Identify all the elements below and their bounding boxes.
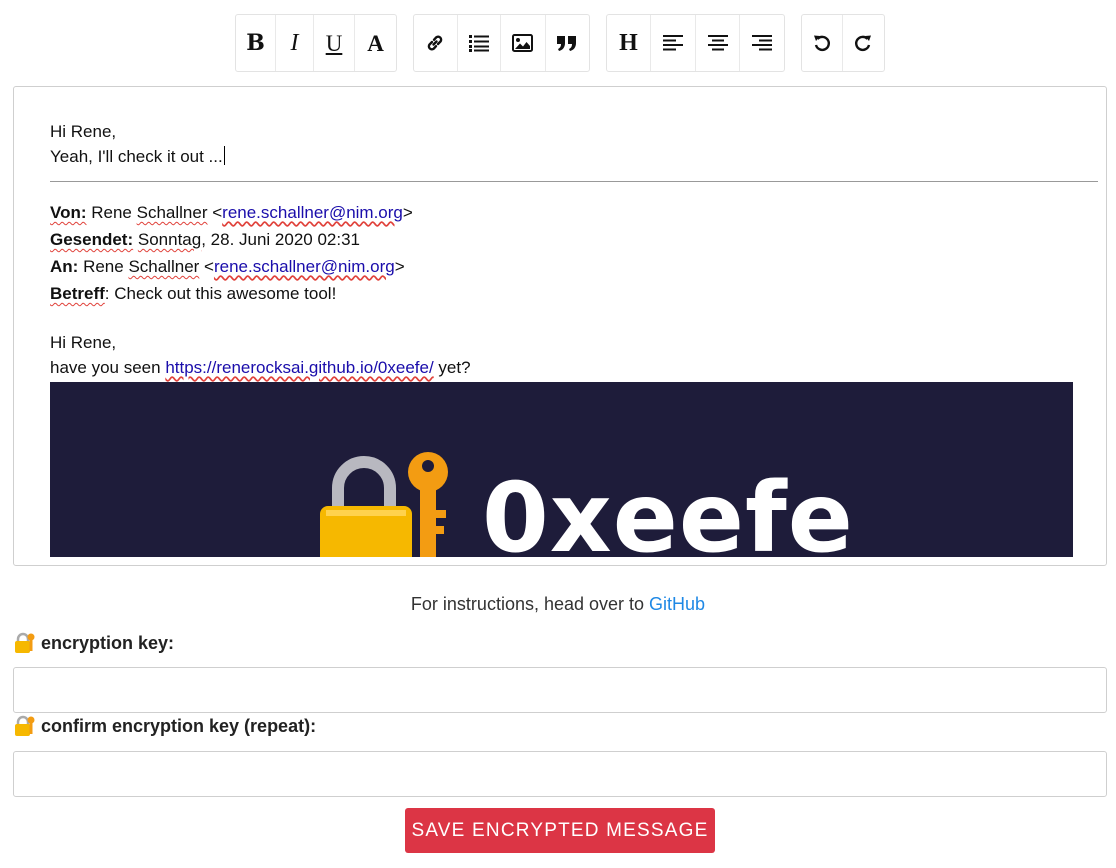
lock-icon — [15, 632, 35, 653]
subject-text: : Check out this awesome tool! — [104, 284, 337, 303]
editor-toolbar: B I U A H — [0, 14, 1116, 72]
reply-text: Hi Rene, Yeah, I'll check it out ... — [50, 119, 1098, 169]
to-label: An: — [50, 257, 79, 276]
toolbar-group-text: B I U A — [235, 14, 397, 72]
quote-button[interactable] — [546, 15, 590, 71]
list-button[interactable] — [458, 15, 501, 71]
link-icon — [427, 35, 443, 51]
align-center-icon — [707, 35, 728, 51]
align-left-button[interactable] — [651, 15, 696, 71]
link-button[interactable] — [414, 15, 458, 71]
quoted-message: Hi Rene, have you seen https://renerocks… — [50, 330, 1090, 380]
sent-date: , 28. Juni 2020 02:31 — [201, 230, 361, 249]
italic-button[interactable]: I — [276, 15, 314, 71]
quoted-link[interactable]: https://renerocksai.github.io/0xeefe/ — [165, 358, 433, 377]
image-icon — [512, 34, 534, 52]
undo-icon — [813, 35, 830, 52]
encryption-key-label: encryption key: — [13, 632, 174, 654]
banner-image: 0xeefe — [50, 382, 1073, 557]
github-link[interactable]: GitHub — [649, 594, 705, 614]
align-right-button[interactable] — [740, 15, 784, 71]
bold-button[interactable]: B — [236, 15, 276, 71]
to-line: An: Rene Schallner <rene.schallner@nim.o… — [50, 257, 405, 276]
encryption-key-input[interactable] — [13, 667, 1107, 713]
align-center-button[interactable] — [696, 15, 740, 71]
redo-icon — [855, 35, 872, 52]
confirm-key-input[interactable] — [13, 751, 1107, 797]
image-button[interactable] — [501, 15, 546, 71]
italic-icon: I — [290, 30, 299, 56]
toolbar-group-history — [801, 14, 885, 72]
text-caret — [223, 146, 225, 165]
sent-day: Sonntag — [137, 230, 202, 249]
to-name: Rene Schallner — [83, 257, 200, 276]
save-encrypted-button[interactable]: SAVE ENCRYPTED MESSAGE — [405, 808, 715, 853]
align-right-icon — [752, 35, 772, 51]
sent-line: Gesendet: Sonntag, 28. Juni 2020 02:31 — [50, 226, 1090, 253]
confirm-key-label: confirm encryption key (repeat): — [13, 715, 316, 737]
font-button[interactable]: A — [355, 15, 396, 71]
lock-icon — [15, 715, 35, 736]
to-email-link[interactable]: rene.schallner@nim.org — [214, 257, 395, 276]
underline-button[interactable]: U — [314, 15, 355, 71]
sent-label: Gesendet: — [50, 230, 134, 249]
reply-line: Yeah, I'll check it out ... — [50, 146, 225, 166]
from-line: Von: Rene Schallner <rene.schallner@nim.… — [50, 203, 413, 222]
subject-line: Betreff: Check out this awesome tool! — [50, 280, 1090, 307]
lock-key-icon — [320, 452, 448, 557]
align-left-icon — [663, 35, 683, 51]
from-name: Rene Schallner — [91, 203, 208, 222]
message-editor[interactable]: Hi Rene, Yeah, I'll check it out ... Von… — [13, 86, 1107, 566]
heading-icon: H — [619, 30, 638, 56]
subject-label: Betreff — [50, 284, 105, 303]
greeting: Hi Rene, — [50, 122, 117, 141]
toolbar-group-insert — [413, 14, 590, 72]
quoted-line: have you seen https://renerocksai.github… — [50, 358, 471, 377]
quote-icon — [557, 35, 577, 51]
underline-icon: U — [325, 30, 343, 56]
quote-divider — [50, 181, 1098, 182]
bold-icon: B — [246, 30, 265, 56]
toolbar-group-format: H — [606, 14, 785, 72]
list-icon — [468, 35, 489, 52]
from-email-link[interactable]: rene.schallner@nim.org — [222, 203, 403, 222]
undo-button[interactable] — [802, 15, 843, 71]
forwarded-header: Von: Rene Schallner <rene.schallner@nim.… — [50, 199, 1090, 307]
font-icon: A — [367, 30, 384, 56]
banner-title: 0xeefe — [482, 462, 854, 557]
instructions-text: For instructions, head over to GitHub — [410, 594, 706, 614]
redo-button[interactable] — [843, 15, 884, 71]
quoted-greeting: Hi Rene, — [50, 333, 117, 352]
from-label: Von: — [50, 203, 87, 222]
heading-button[interactable]: H — [607, 15, 651, 71]
